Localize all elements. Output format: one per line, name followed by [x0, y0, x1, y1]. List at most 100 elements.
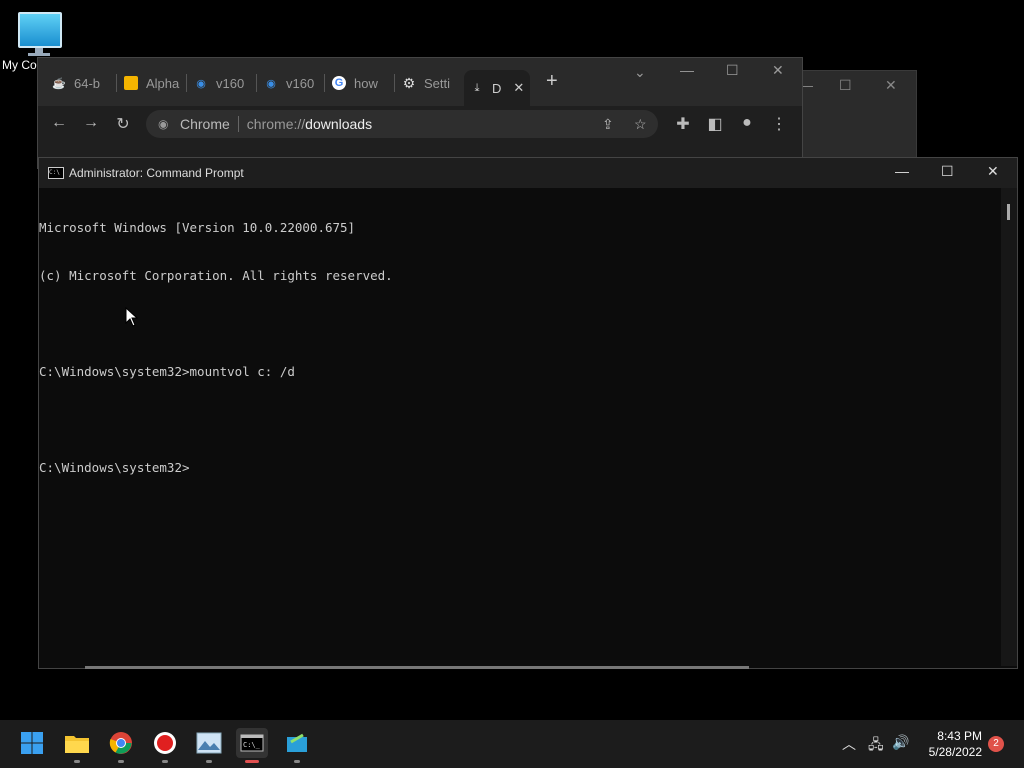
new-tab-plus-icon[interactable]: + [546, 70, 558, 93]
url-path: downloads [305, 116, 373, 132]
minimize-icon[interactable]: — [895, 163, 909, 179]
taskbar-image-viewer[interactable] [196, 730, 222, 756]
close-icon[interactable]: ✕ [885, 77, 897, 94]
url-prefix: chrome:// [246, 116, 306, 132]
tab-java[interactable]: ☕ 64-b [52, 70, 100, 96]
tab-separator [256, 74, 257, 92]
close-icon[interactable]: ✕ [987, 163, 999, 180]
network-icon[interactable]: 🖧 [868, 734, 884, 758]
taskbar-snipping-tool[interactable] [284, 730, 310, 756]
active-indicator [245, 760, 259, 763]
taskbar-recorder[interactable] [152, 730, 178, 756]
terminal-icon: C:\_ [240, 734, 264, 752]
console-output[interactable]: Microsoft Windows [Version 10.0.22000.67… [39, 188, 1001, 666]
tab-label: v160 [286, 75, 315, 91]
taskbar-file-explorer[interactable] [64, 730, 90, 756]
cmd-title-bar[interactable]: C:\ Administrator: Command Prompt — ☐ ✕ [39, 158, 1017, 188]
console-line: (c) Microsoft Corporation. All rights re… [39, 268, 393, 283]
notification-badge[interactable]: 2 [988, 736, 1004, 752]
tab-separator [324, 74, 325, 92]
gear-icon: ⚙ [402, 74, 416, 91]
profile-avatar-icon[interactable]: ● [736, 114, 758, 132]
tab-label: D [492, 80, 502, 96]
record-icon [154, 732, 176, 754]
running-indicator [162, 760, 168, 763]
site-label: Chrome [180, 116, 230, 132]
console-line: C:\Windows\system32>mountvol c: /d [39, 364, 295, 379]
slides-icon [124, 76, 138, 90]
chrome-icon [109, 732, 132, 754]
running-indicator [294, 760, 300, 763]
running-indicator [74, 760, 80, 763]
image-icon [196, 732, 222, 754]
command-prompt-window[interactable]: C:\ Administrator: Command Prompt — ☐ ✕ … [38, 157, 1018, 669]
tab-separator [394, 74, 395, 92]
tab-label: how [354, 75, 378, 91]
cmd-icon: C:\ [48, 167, 64, 179]
tab-v160-b[interactable]: ◉ v160 [264, 70, 314, 96]
console-line: Microsoft Windows [Version 10.0.22000.67… [39, 220, 356, 235]
desktop-icon-label: My Co [2, 58, 37, 72]
running-indicator [206, 760, 212, 763]
system-clock[interactable]: 8:43 PM 5/28/2022 [920, 728, 982, 760]
tab-label: Setti [424, 75, 451, 91]
maximize-icon[interactable]: ☐ [941, 163, 954, 180]
bookmark-star-icon[interactable]: ☆ [634, 116, 647, 133]
folder-icon [65, 736, 89, 753]
running-indicator [118, 760, 124, 763]
taskbar-command-prompt[interactable]: C:\_ [236, 728, 268, 758]
reload-icon[interactable]: ↻ [112, 114, 134, 134]
maximize-icon[interactable]: ☐ [839, 77, 852, 94]
tab-strip: ☕ 64-b Alpha ◉ v160 ◉ v160 G how ⚙ Setti… [38, 58, 802, 106]
menu-kebab-icon[interactable]: ⋮ [768, 114, 790, 134]
taskbar: C:\_ ︿ 🖧 🔊 8:43 PM 5/28/2022 2 [0, 720, 1024, 768]
scrollbar-thumb[interactable] [1007, 204, 1010, 220]
start-button[interactable] [19, 730, 45, 756]
clock-date: 5/28/2022 [928, 745, 982, 759]
taskbar-chrome[interactable] [108, 730, 134, 756]
volume-icon[interactable]: 🔊 [892, 734, 909, 751]
close-icon[interactable]: ✕ [772, 62, 784, 79]
back-arrow-icon[interactable]: ← [48, 114, 70, 132]
clock-time: 8:43 PM [937, 729, 982, 743]
svg-text:C:\_: C:\_ [243, 741, 261, 749]
download-icon: ⤓ [474, 81, 480, 94]
tab-label: Alpha [146, 75, 180, 91]
tab-v160-a[interactable]: ◉ v160 [194, 70, 244, 96]
edge-icon: ◉ [196, 77, 206, 90]
snip-icon [287, 733, 307, 752]
tab-google[interactable]: G how [332, 70, 378, 96]
console-line: C:\Windows\system32> [39, 460, 190, 475]
cmd-title: Administrator: Command Prompt [69, 166, 244, 180]
tab-downloads[interactable]: ⤓ D ✕ [464, 70, 531, 106]
tab-label: 64-b [74, 75, 101, 91]
tab-label: v160 [216, 75, 245, 91]
chrome-logo-icon: ◉ [158, 117, 169, 131]
tab-alpha[interactable]: Alpha [124, 70, 179, 96]
tab-separator [186, 74, 187, 92]
show-hidden-icons-chevron-icon[interactable]: ︿ [842, 734, 856, 754]
extensions-puzzle-icon[interactable]: ✚ [672, 114, 694, 134]
windows-logo-icon [21, 732, 43, 754]
google-icon: G [332, 76, 346, 90]
maximize-icon[interactable]: ☐ [726, 62, 739, 79]
forward-arrow-icon[interactable]: → [80, 114, 102, 132]
tab-separator [116, 74, 117, 92]
tab-search-chevron-icon[interactable]: ⌄ [634, 64, 646, 81]
tab-close-icon[interactable]: ✕ [513, 80, 524, 96]
chrome-window[interactable]: ☕ 64-b Alpha ◉ v160 ◉ v160 G how ⚙ Setti… [37, 57, 803, 169]
omnibox-separator [237, 116, 239, 132]
java-icon: ☕ [52, 77, 66, 90]
edge-icon: ◉ [266, 77, 276, 90]
tab-settings[interactable]: ⚙ Setti [402, 70, 450, 96]
share-icon[interactable]: ⇪ [602, 116, 614, 133]
vertical-scrollbar[interactable] [1001, 188, 1017, 666]
monitor-base [28, 53, 50, 56]
monitor-icon [18, 12, 62, 48]
horizontal-scrollbar[interactable] [85, 666, 749, 669]
address-bar[interactable]: ◉ Chrome chrome:// downloads ⇪ ☆ [146, 110, 658, 138]
side-panel-icon[interactable]: ◧ [704, 114, 726, 134]
minimize-icon[interactable]: — [680, 62, 694, 78]
